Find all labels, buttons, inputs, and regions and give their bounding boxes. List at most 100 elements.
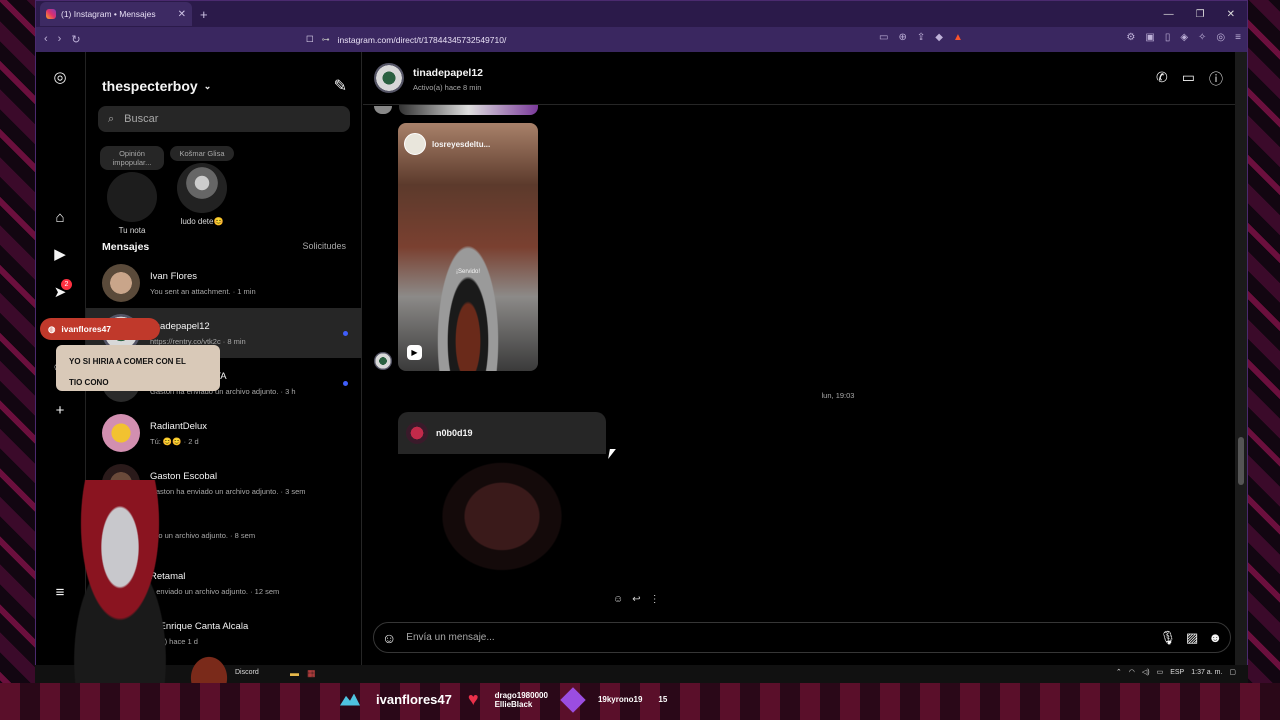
back-icon[interactable]: ‹ xyxy=(44,33,48,46)
nav-buttons: ‹ › ↻ xyxy=(44,33,81,46)
menu-icon[interactable]: ≡ xyxy=(1235,32,1241,43)
reel-play-icon: ▶ xyxy=(407,345,422,360)
vpn-icon[interactable]: ◈ xyxy=(1180,32,1188,43)
cast-icon[interactable]: ▭ xyxy=(879,32,888,43)
recent-follower: 19kyrono19 xyxy=(597,695,643,704)
window-controls: — ❐ ✕ xyxy=(1164,9,1247,20)
leo-icon[interactable]: ✧ xyxy=(1198,32,1206,43)
home-icon[interactable]: ⌂ xyxy=(50,207,70,227)
toolbar-icons: ⚙ ▣ ▯ ◈ ✧ ◎ ≡ xyxy=(1126,32,1241,43)
username: thespecterboy xyxy=(102,78,198,94)
previous-media-card[interactable] xyxy=(399,105,538,115)
shared-post-media[interactable] xyxy=(398,454,606,608)
conversation-item[interactable]: Ivan Flores You sent an attachment. · 1 … xyxy=(86,258,361,308)
close-tab-icon[interactable]: ✕ xyxy=(178,9,186,20)
create-icon[interactable]: + xyxy=(50,400,70,420)
volume-icon[interactable]: ◁) xyxy=(1142,668,1150,676)
reply-icon[interactable]: ↩ xyxy=(632,594,640,605)
scrollbar-thumb[interactable] xyxy=(1238,437,1244,485)
stream-alert-banner: ◍ ivanflores47 xyxy=(40,318,160,340)
tab-instagram[interactable]: (1) Instagram • Mensajes ✕ xyxy=(40,2,192,26)
restore-icon[interactable]: ❐ xyxy=(1196,9,1205,20)
alert-line-2: TIO CONO xyxy=(69,378,109,387)
message-composer[interactable]: ☺ Envía un mensaje... 🎙 ▨ ☻ xyxy=(373,622,1231,653)
clock[interactable]: 1:37 a. m. xyxy=(1191,669,1222,676)
shared-post-header[interactable]: n0b0d19 xyxy=(398,412,606,454)
microphone-icon[interactable]: 🎙 xyxy=(1160,630,1177,646)
language-indicator[interactable]: ESP xyxy=(1170,669,1184,676)
zoom-icon[interactable]: ⊕ xyxy=(898,32,906,43)
messages-header: Mensajes Solicitudes xyxy=(102,241,346,253)
wallet-icon[interactable]: ▣ xyxy=(1145,32,1154,43)
tab-title: (1) Instagram • Mensajes xyxy=(61,9,156,19)
react-icon[interactable]: ☺ xyxy=(613,594,623,605)
contact-avatar[interactable] xyxy=(374,63,404,93)
instagram-favicon-icon xyxy=(46,9,56,19)
instagram-logo-icon[interactable]: ◎ xyxy=(50,67,70,87)
sender-avatar xyxy=(374,352,392,370)
avatar xyxy=(107,172,157,222)
shields-icon[interactable]: ◎ xyxy=(1216,32,1225,43)
stream-alert-message: YO SI HIRIA A COMER CON EL TIO CONO xyxy=(56,345,220,391)
more-options-icon[interactable]: ⋮ xyxy=(650,594,660,605)
reel-account-avatar xyxy=(404,133,426,155)
brave-rewards-icon[interactable]: ▲ xyxy=(953,32,963,43)
sender-avatar xyxy=(374,106,392,114)
composer-placeholder: Envía un mensaje... xyxy=(406,632,495,643)
page-scrollbar[interactable] xyxy=(1235,52,1247,684)
notifications-icon[interactable]: ▢ xyxy=(1229,668,1236,676)
tray-chevron-icon[interactable]: ⌃ xyxy=(1116,668,1122,676)
video-call-icon[interactable]: ▭ xyxy=(1182,69,1195,89)
call-actions: ✆ ▭ ⓘ xyxy=(1156,69,1223,89)
note-name: Tu nota xyxy=(118,226,146,235)
reel-caption: ¡Servido! xyxy=(455,269,480,275)
note-friend[interactable]: Košmar Glisa ludo dete😊 xyxy=(170,146,234,226)
bookmark-icon[interactable]: ☐ xyxy=(306,34,314,45)
taskbar-apps: ▬ ▦ xyxy=(290,668,316,679)
stream-info-content: ivanflores47 ♥ drago1980000 EllieBlack 1… xyxy=(340,686,667,713)
heart-icon: ♥ xyxy=(467,689,479,709)
shared-reel[interactable]: losreyesdeltu... ¡Servido! ▶ xyxy=(398,123,538,371)
forward-icon[interactable]: › xyxy=(58,33,62,46)
requests-link[interactable]: Solicitudes xyxy=(302,241,346,253)
stream-username: ivanflores47 xyxy=(376,692,452,707)
phone-call-icon[interactable]: ✆ xyxy=(1156,69,1168,89)
extensions-icon[interactable]: ⚙ xyxy=(1126,32,1135,43)
emoji-icon[interactable]: ☺ xyxy=(382,630,396,646)
note-bubble: Opinión impopular... xyxy=(100,146,164,170)
donor-2: EllieBlack xyxy=(494,699,533,709)
unread-dot xyxy=(343,380,348,386)
app-icon[interactable]: ▦ xyxy=(307,668,316,679)
chat-icon: ◍ xyxy=(48,323,56,334)
account-switcher[interactable]: thespecterboy ⌄ xyxy=(102,78,211,94)
image-icon[interactable]: ▨ xyxy=(1186,630,1198,646)
new-tab-icon[interactable]: + xyxy=(200,7,208,22)
conversation-item[interactable]: RadiantDelux Tú: 😊😊 · 2 d xyxy=(86,408,361,458)
reels-icon[interactable]: ▶ xyxy=(50,244,70,264)
alert-username: ivanflores47 xyxy=(61,324,112,334)
minimize-icon[interactable]: — xyxy=(1164,9,1174,20)
message-timestamp: lun, 19:03 xyxy=(821,391,855,400)
conversation-name: tinadepapel12 xyxy=(150,320,210,332)
close-window-icon[interactable]: ✕ xyxy=(1227,9,1235,20)
sidebar-toggle-icon[interactable]: ▯ xyxy=(1165,32,1171,43)
gem-icon xyxy=(560,686,586,713)
sticker-icon[interactable]: ☻ xyxy=(1208,630,1222,646)
share-icon[interactable]: ⇪ xyxy=(917,32,925,43)
search-placeholder: Buscar xyxy=(124,113,159,125)
wifi-icon[interactable]: ◠ xyxy=(1129,668,1135,676)
search-input[interactable]: ⌕ Buscar xyxy=(98,106,350,132)
site-info-icon[interactable]: ⊶ xyxy=(322,35,330,44)
contact-name[interactable]: tinadepapel12 xyxy=(413,67,483,79)
network-icon[interactable]: ▭ xyxy=(1157,668,1164,676)
folder-icon[interactable]: ▬ xyxy=(290,668,299,679)
avatar xyxy=(177,163,227,213)
new-message-icon[interactable]: ✎ xyxy=(334,76,347,96)
conversation-preview: You sent an attachment. · 1 min xyxy=(150,286,256,296)
note-own[interactable]: Opinión impopular... Tu nota xyxy=(100,146,164,235)
shield-icon[interactable]: ◆ xyxy=(935,32,943,43)
note-bubble: Košmar Glisa xyxy=(170,146,234,161)
reload-icon[interactable]: ↻ xyxy=(71,33,80,46)
info-icon[interactable]: ⓘ xyxy=(1209,69,1223,89)
page-actions: ▭ ⊕ ⇪ ◆ ▲ xyxy=(879,32,963,43)
